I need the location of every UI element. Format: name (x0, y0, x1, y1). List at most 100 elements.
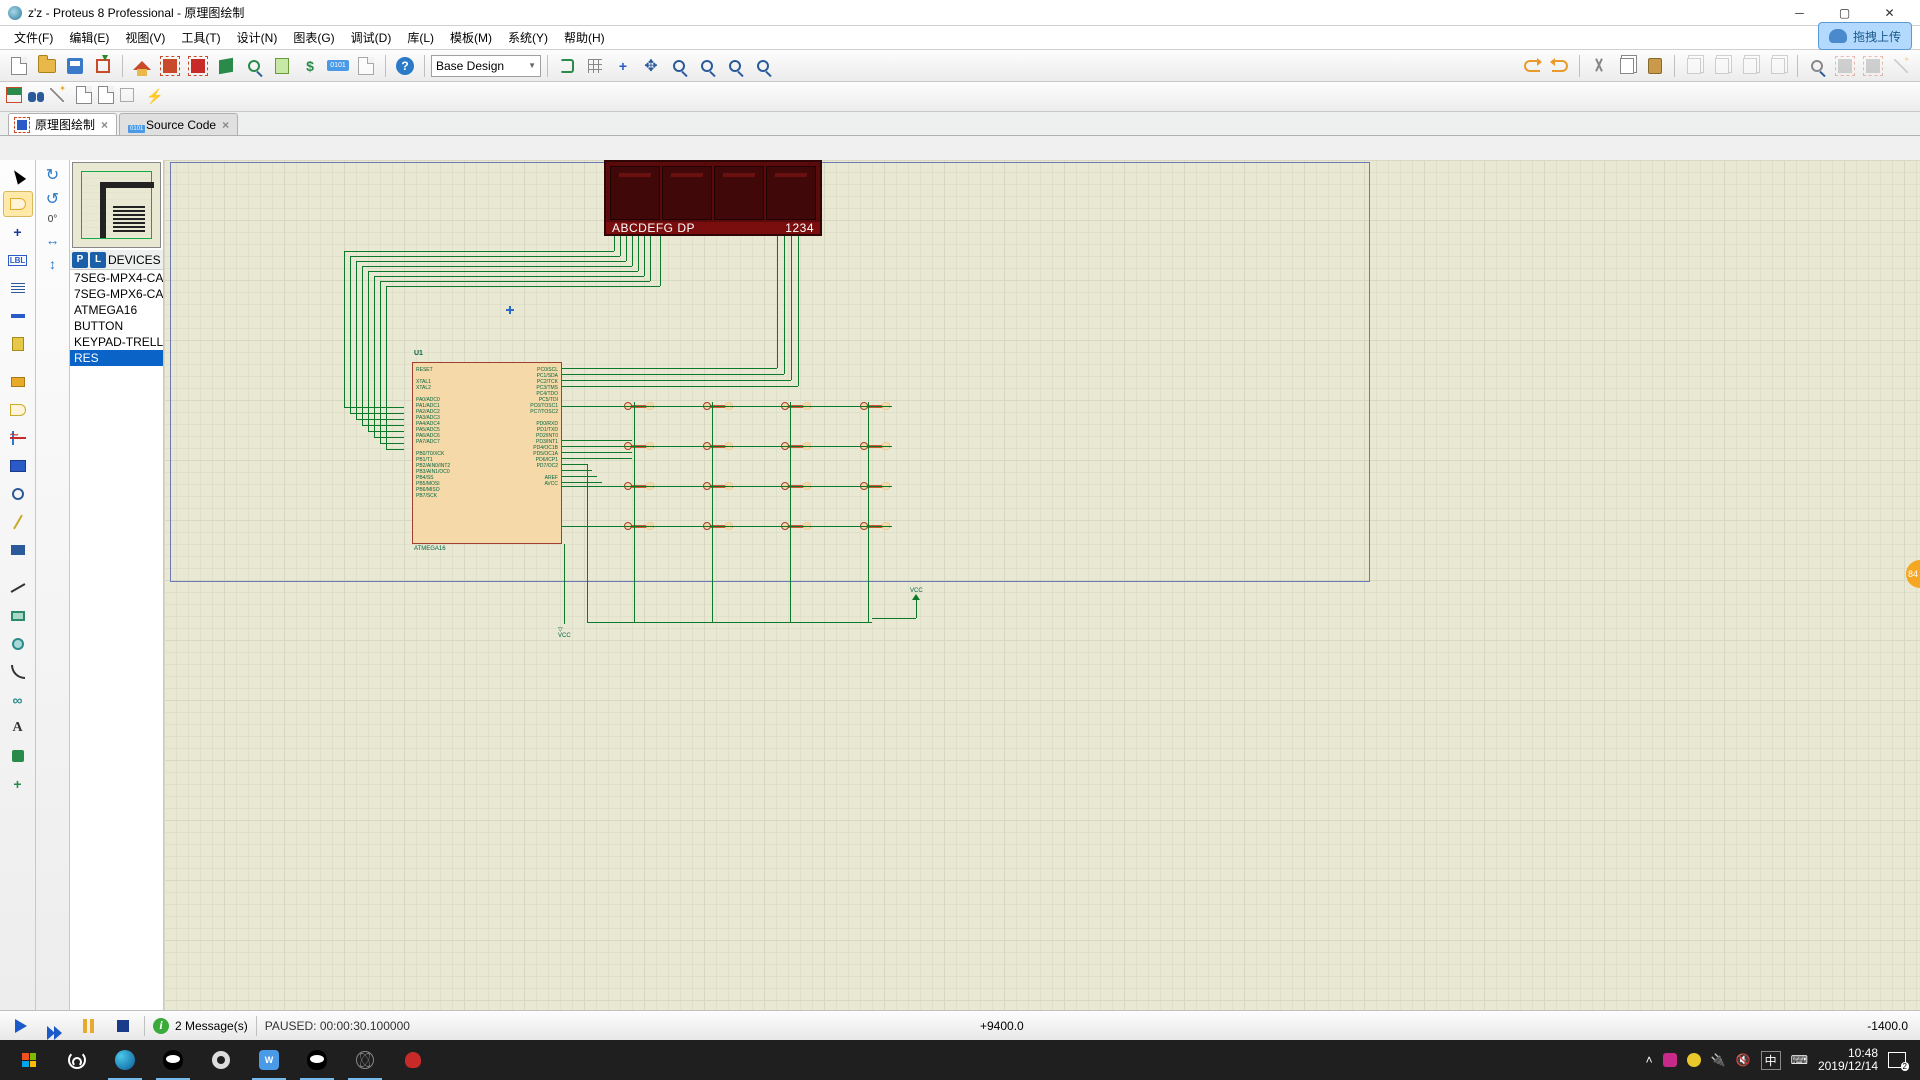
new-sheet-button[interactable] (76, 86, 92, 107)
probe-mode[interactable] (4, 510, 32, 534)
block-delete-button[interactable] (1765, 53, 1791, 79)
grid-button[interactable] (582, 53, 608, 79)
tray-chevron[interactable]: ˄ (1646, 1053, 1653, 1067)
sim-step-button[interactable] (42, 1015, 68, 1037)
pick-button[interactable] (1804, 53, 1830, 79)
rotate-ccw-button[interactable]: ↺ (41, 188, 65, 210)
list-item[interactable]: 7SEG-MPX4-CA (70, 270, 163, 286)
tape-mode[interactable] (4, 454, 32, 478)
task-proteus[interactable] (342, 1040, 388, 1080)
pcb-button[interactable] (185, 53, 211, 79)
design-config-combo[interactable]: Base Design ▼ (431, 55, 541, 77)
refresh-button[interactable] (554, 53, 580, 79)
zoom-all-button[interactable] (722, 53, 748, 79)
power-button[interactable]: ⚡ (146, 88, 163, 105)
libraries-button[interactable]: L (90, 252, 106, 268)
menu-view[interactable]: 视图(V) (117, 27, 173, 48)
redo-button[interactable] (1547, 53, 1573, 79)
tray-volume-icon[interactable]: 🔇 (1736, 1053, 1751, 1067)
terminal-mode[interactable] (4, 370, 32, 394)
subcircuit-mode[interactable] (4, 332, 32, 356)
notes-button[interactable] (353, 53, 379, 79)
marker-mode[interactable]: + (4, 772, 32, 796)
status-messages[interactable]: i 2 Message(s) (153, 1018, 248, 1034)
notifications-button[interactable]: 2 (1888, 1052, 1906, 1068)
goto-sheet-button[interactable] (120, 88, 134, 105)
pan-button[interactable]: ✥ (638, 53, 664, 79)
task-settings[interactable] (198, 1040, 244, 1080)
tab-schematic[interactable]: 原理图绘制 × (8, 113, 117, 135)
copy-button[interactable] (1614, 53, 1640, 79)
cut-button[interactable] (1586, 53, 1612, 79)
menu-help[interactable]: 帮助(H) (556, 27, 613, 48)
tray-clock[interactable]: 10:48 2019/12/14 (1818, 1047, 1878, 1073)
search-button[interactable] (28, 92, 44, 102)
gerber-button[interactable] (241, 53, 267, 79)
block-move-button[interactable] (1709, 53, 1735, 79)
new-button[interactable] (6, 53, 32, 79)
menu-tool[interactable]: 工具(T) (173, 27, 228, 48)
menu-chart[interactable]: 图表(G) (285, 27, 342, 48)
tab-source[interactable]: 0101 Source Code × (119, 113, 238, 135)
box-mode[interactable] (4, 604, 32, 628)
bus-mode[interactable] (4, 304, 32, 328)
menu-edit[interactable]: 编辑(E) (61, 27, 117, 48)
menu-debug[interactable]: 调试(D) (343, 27, 400, 48)
block-rotate-button[interactable] (1737, 53, 1763, 79)
start-button[interactable] (6, 1040, 52, 1080)
menu-template[interactable]: 模板(M) (442, 27, 500, 48)
save-button[interactable] (62, 53, 88, 79)
generator-mode[interactable] (4, 482, 32, 506)
menu-library[interactable]: 库(L) (399, 27, 442, 48)
pick-devices-button[interactable]: P (72, 252, 88, 268)
menu-file[interactable]: 文件(F) (6, 27, 61, 48)
cloud-upload-badge[interactable]: 拖拽上传 (1818, 22, 1912, 50)
rotate-cw-button[interactable]: ↻ (41, 164, 65, 186)
task-ladybug[interactable] (390, 1040, 436, 1080)
task-qq2[interactable] (294, 1040, 340, 1080)
packaging-button[interactable] (1860, 53, 1886, 79)
task-edge[interactable] (102, 1040, 148, 1080)
flip-h-button[interactable]: ↔ (41, 229, 65, 251)
seven-segment-display[interactable]: ABCDEFG DP 1234 (604, 160, 822, 236)
sim-stop-button[interactable] (110, 1015, 136, 1037)
sim-play-button[interactable] (8, 1015, 34, 1037)
component-mode[interactable] (4, 192, 32, 216)
instrument-mode[interactable] (4, 538, 32, 562)
wire-autoroute-button[interactable] (6, 87, 22, 106)
undo-button[interactable] (1519, 53, 1545, 79)
junction-mode[interactable]: + (4, 220, 32, 244)
devices-list[interactable]: 7SEG-MPX4-CA 7SEG-MPX6-CA ATMEGA16 BUTTO… (70, 270, 163, 1036)
task-qq[interactable] (150, 1040, 196, 1080)
text-script-mode[interactable] (4, 276, 32, 300)
import-button[interactable] (90, 53, 116, 79)
task-cortana[interactable] (54, 1040, 100, 1080)
property-button[interactable] (50, 88, 64, 105)
tray-keyboard-icon[interactable]: ⌨ (1791, 1053, 1808, 1067)
tray-ime[interactable]: 中 (1761, 1051, 1781, 1070)
tray-power-icon[interactable]: 🔌 (1711, 1053, 1726, 1067)
minimize-button[interactable]: ─ (1777, 0, 1822, 26)
tab-schematic-close[interactable]: × (101, 118, 108, 132)
paste-button[interactable] (1642, 53, 1668, 79)
list-item[interactable]: BUTTON (70, 318, 163, 334)
ic-atmega16[interactable]: RESET XTAL1 XTAL2 PA0/ADC0 PA1/ADC1 PA2/… (412, 362, 562, 544)
bom-button[interactable] (269, 53, 295, 79)
text-mode[interactable]: A (4, 716, 32, 740)
list-item[interactable]: RES (70, 350, 163, 366)
tray-app-icon[interactable] (1663, 1053, 1677, 1067)
make-device-button[interactable] (1832, 53, 1858, 79)
source-button[interactable]: 0101 (325, 53, 351, 79)
zoom-in-button[interactable] (666, 53, 692, 79)
overview-preview[interactable] (72, 162, 161, 248)
tray-sync-icon[interactable] (1687, 1053, 1701, 1067)
selection-mode[interactable] (4, 164, 32, 188)
task-wps[interactable]: W (246, 1040, 292, 1080)
origin-button[interactable]: + (610, 53, 636, 79)
line-mode[interactable] (4, 576, 32, 600)
flip-v-button[interactable]: ↕ (41, 253, 65, 275)
remove-sheet-button[interactable] (98, 86, 114, 107)
schematic-button[interactable] (157, 53, 183, 79)
help-button[interactable]: ? (392, 53, 418, 79)
zoom-area-button[interactable] (750, 53, 776, 79)
